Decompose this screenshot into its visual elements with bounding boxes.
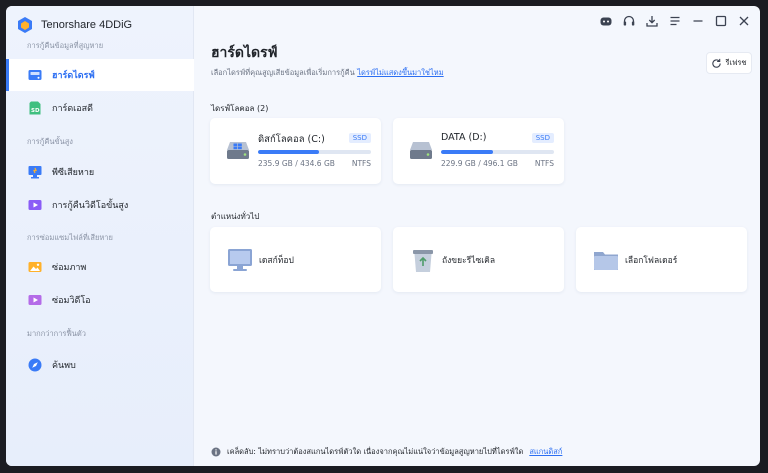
photo-repair-icon	[27, 259, 43, 275]
drive-size: 229.9 GB / 496.1 GB	[441, 159, 518, 168]
scan-disk-link[interactable]: สแกนดิสก์	[529, 446, 562, 458]
info-icon	[211, 447, 221, 457]
section-title-lost-data: การกู้คืนข้อมูลที่สูญหาย	[27, 41, 104, 50]
hard-drive-icon	[410, 142, 432, 159]
sidebar-item-video-repair[interactable]: ซ่อมวิดีโอ	[6, 284, 194, 316]
sidebar-item-label: ฮาร์ดไดรฟ์	[52, 71, 95, 81]
sidebar-item-label: การกู้คืนวิดีโอขั้นสูง	[52, 201, 129, 211]
folder-icon	[594, 251, 618, 270]
location-desktop[interactable]: เดสก์ท็อป	[210, 227, 381, 292]
sd-card-icon: SD	[27, 100, 43, 116]
refresh-button[interactable]: รีเฟรช	[706, 52, 752, 74]
drive-type-badge: SSD	[531, 133, 554, 143]
sidebar-item-label: พีซีเสียหาย	[52, 168, 95, 178]
drive-card-d[interactable]: DATA (D:) SSD 229.9 GB / 496.1 GB NTFS	[393, 118, 564, 184]
page-title: ฮาร์ดไดรฟ์	[211, 45, 278, 61]
video-recovery-icon	[27, 197, 43, 213]
page-subtitle: เลือกไดรฟ์ที่คุณสูญเสียข้อมูลเพื่อเริ่มก…	[211, 67, 444, 79]
recycle-bin-icon	[413, 249, 433, 272]
sidebar-item-crashed-pc[interactable]: พีซีเสียหาย	[6, 156, 194, 188]
sidebar: Tenorshare 4DDiG การกู้คืนข้อมูลที่สูญหา…	[6, 6, 194, 466]
location-label: เลือกโฟลเดอร์	[625, 255, 678, 266]
section-title-advanced: การกู้คืนขั้นสูง	[27, 137, 73, 146]
sidebar-item-photo-repair[interactable]: ซ่อมภาพ	[6, 251, 194, 283]
drive-type-badge: SSD	[348, 133, 371, 143]
drive-not-shown-link[interactable]: ไดรฟ์ไม่แสดงขึ้นมาใช่ไหม	[357, 68, 443, 77]
sidebar-item-discover[interactable]: ค้นพบ	[6, 349, 194, 381]
sidebar-item-label: ค้นพบ	[52, 361, 76, 371]
app-window: Tenorshare 4DDiG การกู้คืนข้อมูลที่สูญหา…	[6, 6, 760, 466]
app-logo-icon	[16, 16, 34, 34]
sidebar-item-advanced-video[interactable]: การกู้คืนวิดีโอขั้นสูง	[6, 189, 194, 221]
tip-bar: เคล็ดลับ: ไม่ทราบว่าต้องสแกนไดรฟ์ตัวใด เ…	[211, 446, 562, 458]
brand: Tenorshare 4DDiG	[16, 14, 132, 36]
app-name: Tenorshare 4DDiG	[41, 19, 133, 31]
desktop-icon	[228, 248, 252, 271]
drive-size: 235.9 GB / 434.6 GB	[258, 159, 335, 168]
drive-card-c[interactable]: ดิสก์โลคอล (C:) SSD 235.9 GB / 434.6 GB …	[210, 118, 381, 184]
sidebar-item-sd-card[interactable]: SD การ์ดเอสดี	[6, 92, 194, 124]
tip-text: เคล็ดลับ: ไม่ทราบว่าต้องสแกนไดรฟ์ตัวใด เ…	[227, 447, 524, 456]
svg-text:SD: SD	[31, 108, 40, 114]
refresh-label: รีเฟรช	[725, 58, 747, 67]
drive-usage-fill	[258, 150, 320, 154]
compass-icon	[27, 357, 43, 373]
local-disks-title: ไดรฟ์โลคอล (2)	[211, 104, 269, 113]
drive-filesystem: NTFS	[351, 159, 371, 168]
drive-name: DATA (D:)	[441, 132, 487, 143]
section-title-repair: การซ่อมแซมไฟล์ที่เสียหาย	[27, 233, 113, 242]
main-content: ฮาร์ดไดรฟ์ เลือกไดรฟ์ที่คุณสูญเสียข้อมูล…	[194, 6, 760, 466]
sidebar-item-label: การ์ดเอสดี	[52, 104, 94, 114]
subtitle-text: เลือกไดรฟ์ที่คุณสูญเสียข้อมูลเพื่อเริ่มก…	[211, 68, 355, 77]
video-repair-icon	[27, 292, 43, 308]
sidebar-item-label: ซ่อมภาพ	[52, 263, 87, 273]
section-title-more: มากกว่าการฟื้นตัว	[27, 329, 86, 338]
location-label: ถังขยะรีไซเคิล	[442, 255, 496, 266]
common-locations-title: ตำแหน่งทั่วไป	[211, 212, 260, 221]
sidebar-item-label: ซ่อมวิดีโอ	[52, 296, 91, 306]
drive-name: ดิสก์โลคอล (C:)	[258, 134, 325, 145]
location-recycle-bin[interactable]: ถังขยะรีไซเคิล	[393, 227, 564, 292]
drive-usage-fill	[441, 150, 494, 154]
hard-drive-icon	[27, 67, 43, 83]
sidebar-item-hard-drive[interactable]: ฮาร์ดไดรฟ์	[6, 59, 194, 91]
location-label: เดสก์ท็อป	[259, 255, 294, 266]
refresh-icon	[712, 58, 722, 68]
location-choose-folder[interactable]: เลือกโฟลเดอร์	[576, 227, 747, 292]
crashed-pc-icon	[27, 164, 43, 180]
drive-usage-bar	[258, 150, 371, 154]
drive-usage-bar	[441, 150, 554, 154]
windows-drive-icon	[227, 142, 249, 159]
drive-filesystem: NTFS	[534, 159, 554, 168]
